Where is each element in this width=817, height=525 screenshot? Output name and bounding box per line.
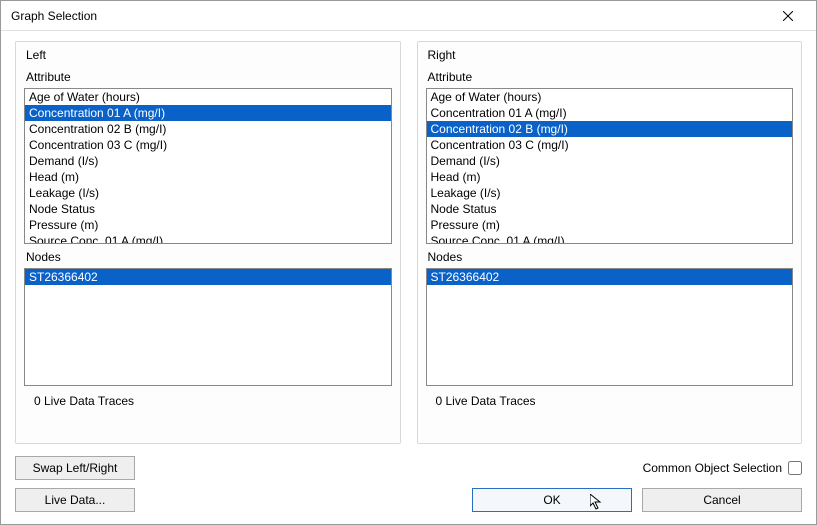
ok-button[interactable]: OK — [472, 488, 632, 512]
right-panel-title: Right — [428, 48, 794, 62]
left-traces-label: 0 Live Data Traces — [34, 394, 392, 408]
graph-selection-dialog: Graph Selection Left Attribute Age of Wa… — [0, 0, 817, 525]
right-attribute-item[interactable]: Node Status — [427, 201, 793, 217]
right-attribute-item[interactable]: Head (m) — [427, 169, 793, 185]
right-panel: Right Attribute Age of Water (hours)Conc… — [417, 41, 803, 444]
left-attribute-listbox[interactable]: Age of Water (hours)Concentration 01 A (… — [24, 88, 392, 244]
left-panel-title: Left — [26, 48, 392, 62]
left-node-item[interactable]: ST26366402 — [25, 269, 391, 285]
right-attribute-label: Attribute — [428, 70, 794, 84]
right-attribute-item[interactable]: Age of Water (hours) — [427, 89, 793, 105]
right-nodes-label: Nodes — [428, 250, 794, 264]
swap-left-right-button[interactable]: Swap Left/Right — [15, 456, 135, 480]
left-attribute-item[interactable]: Source Conc. 01 A (mg/I) — [25, 233, 391, 244]
left-attribute-item[interactable]: Concentration 03 C (mg/I) — [25, 137, 391, 153]
left-attribute-item[interactable]: Leakage (I/s) — [25, 185, 391, 201]
left-nodes-listbox[interactable]: ST26366402 — [24, 268, 392, 386]
right-nodes-listbox[interactable]: ST26366402 — [426, 268, 794, 386]
right-attribute-item[interactable]: Leakage (I/s) — [427, 185, 793, 201]
left-attribute-item[interactable]: Demand (I/s) — [25, 153, 391, 169]
close-button[interactable] — [768, 2, 808, 30]
right-attribute-item[interactable]: Pressure (m) — [427, 217, 793, 233]
right-traces-label: 0 Live Data Traces — [436, 394, 794, 408]
left-attribute-item[interactable]: Concentration 02 B (mg/I) — [25, 121, 391, 137]
left-attribute-item[interactable]: Pressure (m) — [25, 217, 391, 233]
right-attribute-item[interactable]: Concentration 03 C (mg/I) — [427, 137, 793, 153]
common-object-selection-checkbox[interactable] — [788, 461, 802, 475]
left-attribute-item[interactable]: Head (m) — [25, 169, 391, 185]
titlebar: Graph Selection — [1, 1, 816, 31]
common-object-selection-row[interactable]: Common Object Selection — [643, 461, 802, 475]
right-attribute-item[interactable]: Concentration 01 A (mg/I) — [427, 105, 793, 121]
live-data-button[interactable]: Live Data... — [15, 488, 135, 512]
dialog-body: Left Attribute Age of Water (hours)Conce… — [1, 31, 816, 524]
cancel-button[interactable]: Cancel — [642, 488, 802, 512]
panels-container: Left Attribute Age of Water (hours)Conce… — [15, 41, 802, 444]
window-title: Graph Selection — [11, 9, 97, 23]
right-attribute-item[interactable]: Source Conc. 01 A (mg/I) — [427, 233, 793, 244]
left-attribute-item[interactable]: Age of Water (hours) — [25, 89, 391, 105]
close-icon — [783, 11, 793, 21]
right-node-item[interactable]: ST26366402 — [427, 269, 793, 285]
left-attribute-item[interactable]: Node Status — [25, 201, 391, 217]
left-attribute-item[interactable]: Concentration 01 A (mg/I) — [25, 105, 391, 121]
right-attribute-item[interactable]: Demand (I/s) — [427, 153, 793, 169]
left-attribute-label: Attribute — [26, 70, 392, 84]
common-object-selection-label: Common Object Selection — [643, 461, 782, 475]
left-nodes-label: Nodes — [26, 250, 392, 264]
left-panel: Left Attribute Age of Water (hours)Conce… — [15, 41, 401, 444]
right-attribute-item[interactable]: Concentration 02 B (mg/I) — [427, 121, 793, 137]
right-attribute-listbox[interactable]: Age of Water (hours)Concentration 01 A (… — [426, 88, 794, 244]
